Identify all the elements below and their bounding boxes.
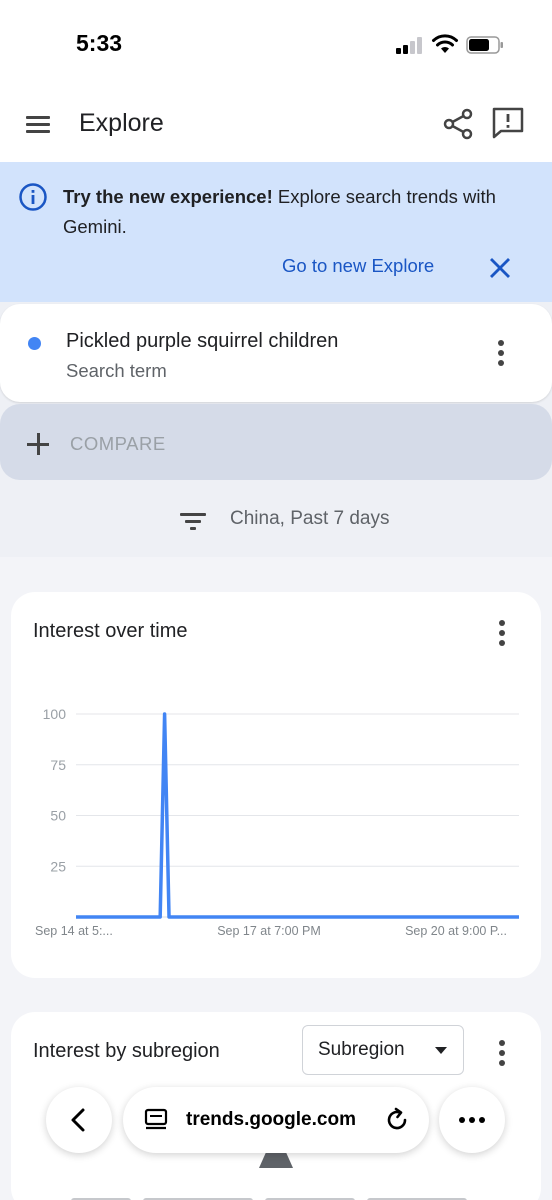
search-term-card[interactable]: Pickled purple squirrel children Search … bbox=[0, 304, 552, 402]
compare-label: COMPARE bbox=[70, 433, 166, 454]
y-tick-label: 50 bbox=[50, 808, 66, 824]
card-title: Interest by subregion bbox=[33, 1040, 220, 1062]
go-to-new-explore-link[interactable]: Go to new Explore bbox=[282, 255, 434, 277]
info-icon bbox=[19, 183, 47, 211]
hamburger-menu-icon[interactable] bbox=[22, 110, 54, 138]
filter-summary: China, Past 7 days bbox=[230, 508, 390, 529]
y-tick-label: 100 bbox=[43, 706, 67, 722]
interest-over-time-card: Interest over time 25 50 75 100 Sep 14 at 5:… bbox=[11, 592, 541, 978]
more-vert-icon[interactable] bbox=[490, 618, 514, 650]
feedback-icon[interactable] bbox=[489, 105, 527, 141]
caret-down-icon bbox=[435, 1047, 447, 1054]
filter-row[interactable]: China, Past 7 days bbox=[0, 492, 552, 548]
chevron-left-icon bbox=[71, 1108, 85, 1132]
browser-toolbar: trends.google.com bbox=[0, 1086, 552, 1156]
app-bar: Explore bbox=[0, 88, 552, 162]
x-tick-label: Sep 17 at 7:00 PM bbox=[217, 924, 321, 938]
wifi-icon bbox=[432, 34, 458, 53]
reload-icon[interactable] bbox=[383, 1106, 411, 1134]
url-text: trends.google.com bbox=[186, 1109, 356, 1130]
address-bar[interactable]: trends.google.com bbox=[123, 1087, 429, 1153]
search-term-subtitle: Search term bbox=[66, 360, 167, 381]
compare-button[interactable]: COMPARE bbox=[0, 404, 552, 480]
banner-bold-text: Try the new experience! bbox=[63, 186, 273, 207]
new-experience-banner: Try the new experience! Explore search t… bbox=[0, 162, 552, 302]
status-bar: 5:33 bbox=[0, 0, 552, 88]
page-title: Explore bbox=[79, 109, 164, 137]
subregion-dropdown[interactable]: Subregion bbox=[302, 1025, 464, 1075]
banner-message: Try the new experience! Explore search t… bbox=[63, 182, 533, 242]
y-tick-label: 25 bbox=[50, 858, 66, 874]
plus-icon bbox=[27, 433, 49, 455]
subregion-message-peek bbox=[71, 1190, 491, 1200]
more-vert-icon[interactable] bbox=[490, 1038, 514, 1070]
x-tick-label: Sep 14 at 5:... bbox=[35, 924, 113, 938]
share-icon[interactable] bbox=[440, 106, 476, 142]
filter-icon bbox=[180, 510, 206, 532]
close-icon[interactable] bbox=[486, 254, 514, 282]
x-tick-label: Sep 20 at 9:00 P... bbox=[405, 924, 507, 938]
more-vert-icon[interactable] bbox=[489, 338, 513, 370]
dropdown-selected-value: Subregion bbox=[318, 1039, 405, 1060]
search-term-name: Pickled purple squirrel children bbox=[66, 330, 339, 352]
more-horiz-icon[interactable] bbox=[439, 1087, 505, 1153]
cellular-signal-icon bbox=[396, 36, 424, 54]
card-title: Interest over time bbox=[33, 620, 188, 642]
tabs-icon bbox=[144, 1108, 168, 1130]
series-color-dot bbox=[28, 337, 41, 350]
interest-line-chart: 25 50 75 100 Sep 14 at 5:... Sep 17 at 7:00 P… bbox=[35, 706, 519, 938]
battery-icon bbox=[466, 36, 503, 54]
y-tick-label: 75 bbox=[50, 757, 66, 773]
status-time: 5:33 bbox=[76, 30, 123, 56]
back-button[interactable] bbox=[46, 1087, 112, 1153]
